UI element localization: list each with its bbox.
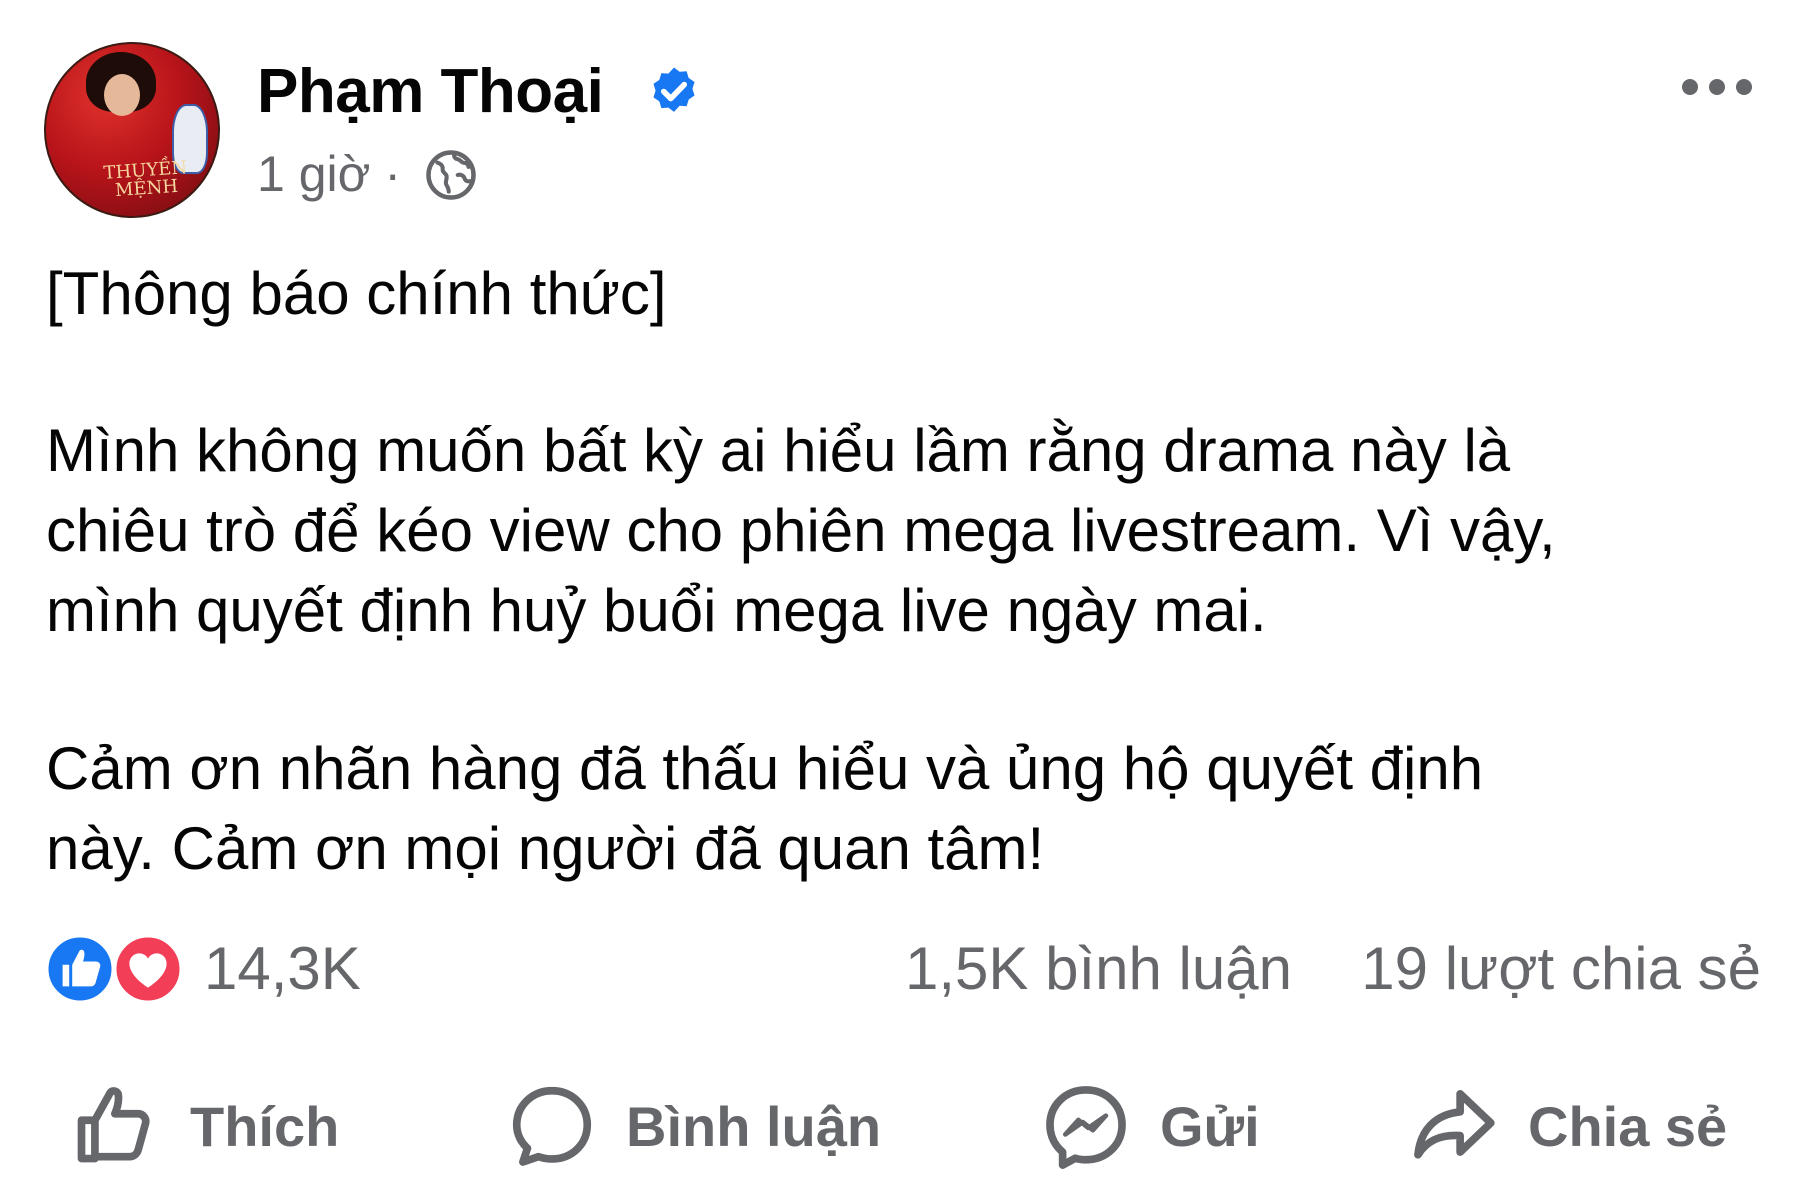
verified-badge-icon: [653, 67, 695, 112]
send-button-label: Gửi: [1160, 1094, 1260, 1158]
share-button-label: Chia sẻ: [1528, 1094, 1728, 1158]
globe-icon[interactable]: [424, 148, 478, 202]
meta-separator: ·: [384, 146, 401, 202]
author-name[interactable]: Phạm Thoại: [257, 56, 604, 128]
post-title-line: [Thông báo chính thức]: [46, 260, 667, 327]
like-button-label: Thích: [190, 1094, 340, 1158]
share-button[interactable]: Chia sẻ: [1408, 1078, 1727, 1174]
send-button[interactable]: Gửi: [1040, 1078, 1260, 1174]
comment-button-label: Bình luận: [626, 1094, 882, 1158]
love-reaction-icon[interactable]: [112, 933, 184, 1005]
post-text-line: này. Cảm ơn mọi người đã quan tâm!: [46, 815, 1045, 882]
reaction-count[interactable]: 14,3K: [204, 932, 361, 1006]
facebook-post: THUYỀN MỆNH Phạm Thoại 1 giờ · [Thông bá…: [0, 0, 1801, 1185]
author-avatar[interactable]: THUYỀN MỆNH: [44, 42, 220, 218]
post-text-line: Mình không muốn bất kỳ ai hiểu lầm rằng …: [46, 417, 1511, 484]
post-text-line: mình quyết định huỷ buổi mega live ngày …: [46, 577, 1267, 644]
like-button[interactable]: Thích: [70, 1078, 339, 1174]
comment-bubble-icon: [512, 1086, 592, 1166]
comment-button[interactable]: Bình luận: [506, 1078, 881, 1174]
like-reaction-icon[interactable]: [44, 933, 116, 1005]
thumbs-up-icon: [77, 1087, 150, 1163]
comment-count[interactable]: 1,5K bình luận: [905, 932, 1292, 1006]
share-count[interactable]: 19 lượt chia sẻ: [1361, 932, 1761, 1006]
post-time[interactable]: 1 giờ: [257, 146, 370, 202]
more-options-icon[interactable]: [1680, 72, 1754, 102]
post-text-line: chiêu trò để kéo view cho phiên mega liv…: [46, 497, 1556, 564]
messenger-icon: [1046, 1086, 1126, 1169]
share-arrow-icon: [1414, 1089, 1495, 1159]
post-text-line: Cảm ơn nhãn hàng đã thấu hiểu và ủng hộ …: [46, 735, 1484, 802]
post-meta: 1 giờ ·: [257, 144, 401, 204]
avatar-poster-title: THUYỀN MỆNH: [102, 157, 188, 202]
